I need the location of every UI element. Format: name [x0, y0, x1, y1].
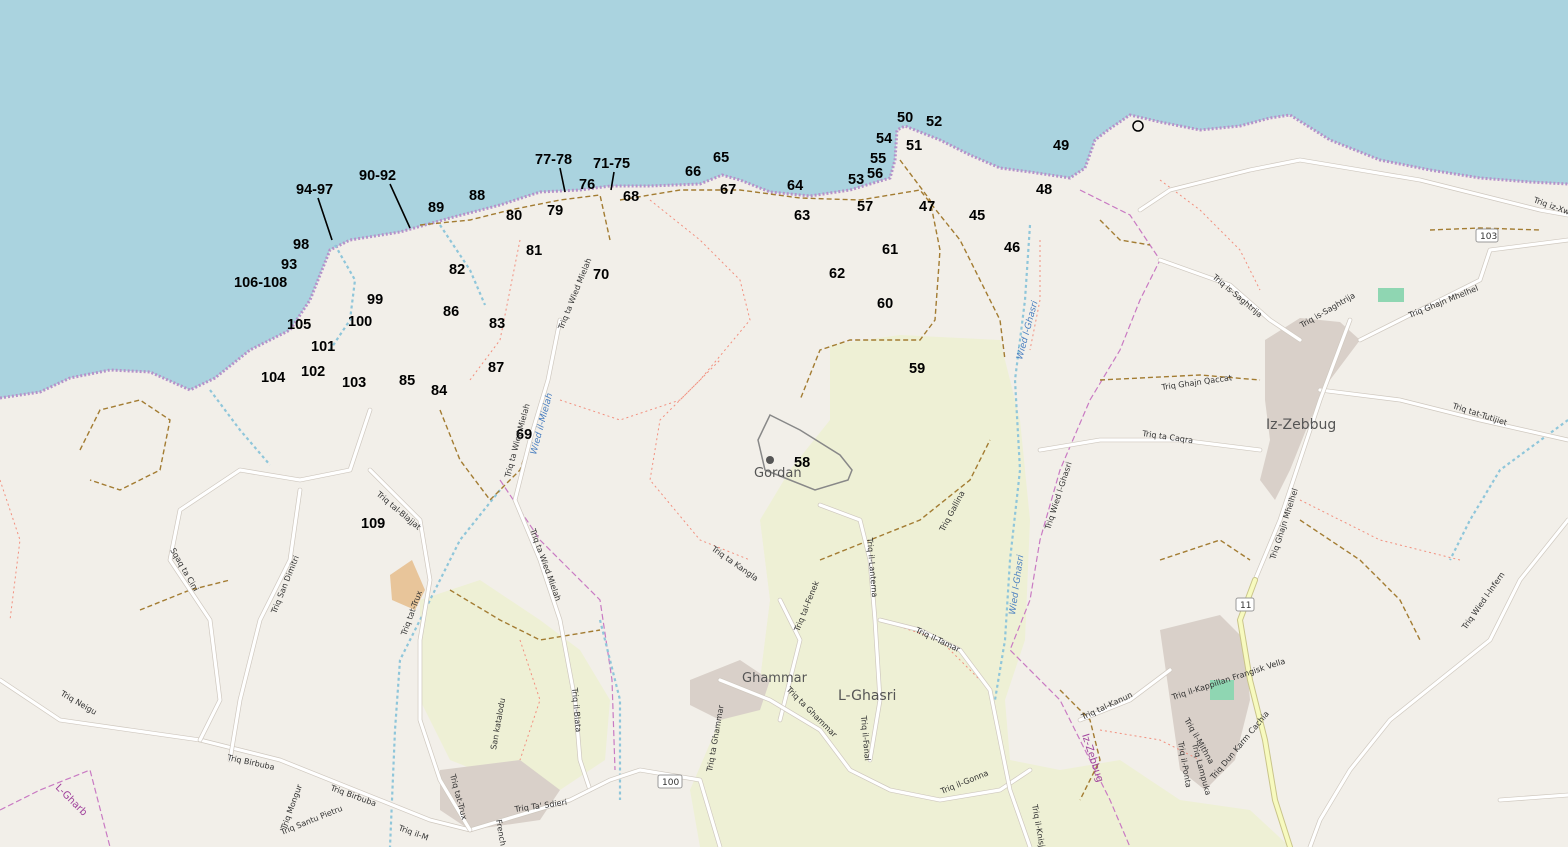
road-shield-100: 100	[657, 774, 683, 789]
marker-label[interactable]: 87	[488, 360, 504, 376]
marker-label[interactable]: 83	[489, 316, 505, 332]
marker-label[interactable]: 45	[969, 208, 985, 224]
marker-label[interactable]: 53	[848, 172, 864, 188]
marker-label[interactable]: 102	[301, 364, 325, 380]
marker-label[interactable]: 56	[867, 166, 883, 182]
marker-label[interactable]: 68	[623, 189, 639, 205]
svg-text:100: 100	[662, 778, 679, 788]
marker-label[interactable]: 86	[443, 304, 459, 320]
marker-label[interactable]: 71-75	[593, 156, 630, 172]
green-patch	[1378, 288, 1404, 302]
marker-label[interactable]: 106-108	[234, 275, 287, 291]
marker-label[interactable]: 47	[919, 199, 935, 215]
marker-label[interactable]: 98	[293, 237, 309, 253]
marker-label[interactable]: 49	[1053, 138, 1069, 154]
marker-label[interactable]: 66	[685, 164, 701, 180]
marker-label[interactable]: 82	[449, 262, 465, 278]
marker-label[interactable]: 63	[794, 208, 810, 224]
marker-label[interactable]: 55	[870, 151, 886, 167]
marker-label[interactable]: 94-97	[296, 182, 333, 198]
marker-label[interactable]: 59	[909, 361, 925, 377]
marker-label[interactable]: 51	[906, 138, 922, 154]
svg-text:103: 103	[1480, 232, 1497, 242]
marker-label[interactable]: 109	[361, 516, 385, 532]
marker-label[interactable]: 50	[897, 110, 913, 126]
gordan-lighthouse-icon[interactable]	[766, 456, 774, 464]
marker-label[interactable]: 52	[926, 114, 942, 130]
marker-label[interactable]: 89	[428, 200, 444, 216]
place-ghammar[interactable]: Ghammar	[742, 671, 808, 686]
marker-label[interactable]: 105	[287, 317, 311, 333]
marker-label[interactable]: 60	[877, 296, 893, 312]
marker-label[interactable]: 46	[1004, 240, 1020, 256]
road-shield-11: 11	[1235, 597, 1255, 612]
marker-label[interactable]: 101	[311, 339, 335, 355]
marker-label[interactable]: 93	[281, 257, 297, 273]
marker-label[interactable]: 104	[261, 370, 285, 386]
marker-label[interactable]: 88	[469, 188, 485, 204]
marker-label[interactable]: 90-92	[359, 168, 396, 184]
marker-label[interactable]: 103	[342, 375, 366, 391]
map-view[interactable]: 50 52 54 51 49 55 56 53 65 66 67 64 57 4…	[0, 0, 1568, 847]
marker-label[interactable]: 70	[593, 267, 609, 283]
marker-label[interactable]: 61	[882, 242, 898, 258]
road-shield-103: 103	[1475, 228, 1499, 243]
place-l-ghasri[interactable]: L-Ghasri	[838, 688, 896, 704]
marker-label[interactable]: 67	[720, 182, 736, 198]
place-iz-zebbug[interactable]: Iz-Zebbug	[1266, 417, 1336, 433]
svg-text:11: 11	[1240, 601, 1251, 611]
marker-label[interactable]: 85	[399, 373, 415, 389]
marker-label[interactable]: 77-78	[535, 152, 572, 168]
marker-label[interactable]: 64	[787, 178, 803, 194]
marker-label[interactable]: 57	[857, 199, 873, 215]
marker-label[interactable]: 48	[1036, 182, 1052, 198]
place-gordan[interactable]: Gordan	[754, 466, 802, 481]
marker-label[interactable]: 54	[876, 131, 892, 147]
marker-label[interactable]: 80	[506, 208, 522, 224]
marker-label[interactable]: 62	[829, 266, 845, 282]
marker-label[interactable]: 81	[526, 243, 542, 259]
marker-label[interactable]: 76	[579, 177, 595, 193]
marker-label[interactable]: 99	[367, 292, 383, 308]
marker-label[interactable]: 79	[547, 203, 563, 219]
marker-label[interactable]: 84	[431, 383, 447, 399]
marker-label[interactable]: 65	[713, 150, 729, 166]
map-canvas[interactable]: 50 52 54 51 49 55 56 53 65 66 67 64 57 4…	[0, 0, 1568, 847]
marker-label[interactable]: 100	[348, 314, 372, 330]
